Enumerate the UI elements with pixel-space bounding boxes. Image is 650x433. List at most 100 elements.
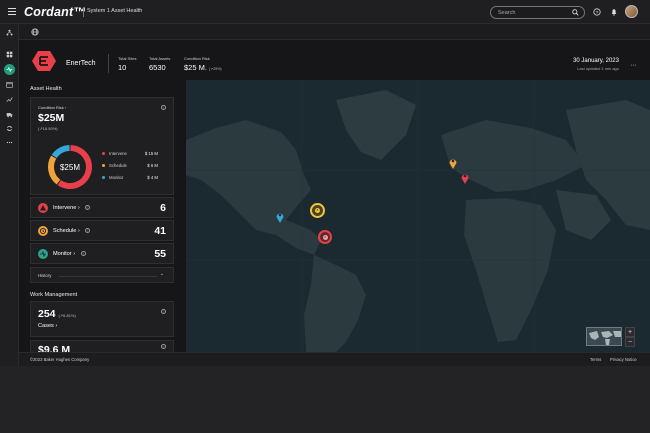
schedule-count: 41	[154, 225, 166, 237]
empty-background	[0, 366, 650, 433]
sync-icon[interactable]	[6, 125, 13, 132]
terms-link[interactable]: Terms	[590, 357, 601, 362]
info-icon[interactable]: i	[161, 105, 166, 110]
cases-card: 254 (↗6.81%) i Cases ›	[30, 301, 174, 337]
donut-segment-schedule	[48, 155, 61, 185]
top-bar: Cordant™ System 1 Asset Health Search ?	[0, 0, 650, 24]
condition-risk-donut: $25M	[48, 145, 92, 189]
monitor-row[interactable]: Monitor › i 55	[30, 243, 174, 264]
hierarchy-icon[interactable]	[6, 29, 13, 36]
left-panel: Asset Health Condition Risk › i $25M (↗1…	[19, 80, 186, 352]
stat-total-sites: Total Sites 10	[118, 56, 136, 72]
stat-total-assets: Total Assets 6530	[149, 56, 170, 72]
cluster-count: 4	[322, 234, 328, 240]
app-shell: Cordant™ System 1 Asset Health Search ? …	[0, 0, 650, 366]
stat-condition-risk: Condition Risk $25 M. (↗25%)	[184, 56, 222, 72]
stat-label: Total Sites	[118, 56, 137, 61]
condition-risk-card: Condition Risk › i $25M (↗18.50%) $25M I…	[30, 97, 174, 195]
history-divider	[59, 276, 157, 277]
schedule-icon	[38, 226, 48, 236]
stat-label: Condition Risk	[184, 56, 210, 61]
copyright: ©2023 Baker Hughes Company	[30, 357, 90, 362]
info-icon[interactable]: i	[161, 344, 166, 349]
map-pin-intervene[interactable]	[460, 172, 470, 184]
info-icon: i	[85, 205, 91, 210]
site-name: EnerTech	[66, 60, 96, 67]
search-input[interactable]: Search	[490, 6, 585, 19]
donut-segment-monitor	[51, 145, 70, 159]
work-cost-value: $9.6 M	[38, 344, 71, 352]
chevron-down-icon: ⌄	[159, 271, 164, 277]
truck-icon[interactable]	[6, 111, 13, 118]
stat-value: 6530	[149, 63, 166, 72]
brand-divider	[83, 7, 84, 17]
chevron-right-icon: ›	[64, 105, 67, 110]
privacy-link[interactable]: Privacy Notice	[610, 357, 637, 362]
work-cost-card: $9.6 M i	[30, 340, 174, 352]
map-pin-monitor[interactable]	[275, 211, 285, 223]
bell-icon[interactable]	[610, 8, 618, 16]
view-toolbar	[19, 24, 650, 40]
monitor-icon	[38, 249, 48, 259]
stat-label: Total Assets	[149, 56, 171, 61]
trend-icon[interactable]	[6, 96, 13, 103]
legend-dot	[102, 164, 105, 168]
globe-icon[interactable]	[31, 28, 39, 36]
info-icon: i	[80, 251, 86, 256]
asset-health-icon	[6, 66, 13, 73]
footer: ©2023 Baker Hughes Company Terms Privacy…	[19, 352, 650, 366]
stat-value: 10	[118, 63, 127, 72]
schedule-row[interactable]: Schedule › i 41	[30, 220, 174, 241]
world-map[interactable]: 8 4 + −	[186, 80, 650, 352]
site-header: EnerTech Total Sites 10 Total Assets 653…	[19, 40, 650, 80]
brand-logo: Cordant™	[24, 5, 87, 19]
condition-risk-total: $25M	[38, 112, 65, 124]
monitor-count: 55	[154, 248, 166, 260]
grid-icon[interactable]	[6, 51, 13, 58]
zoom-in-button[interactable]: +	[625, 327, 635, 337]
monitor-link[interactable]: Monitor › i	[53, 251, 86, 257]
intervene-row[interactable]: Intervene › i 6	[30, 197, 174, 218]
history-toggle[interactable]: History ⌄	[30, 267, 174, 283]
map-cluster-intervene[interactable]: 4	[318, 230, 332, 244]
donut-center-value: $25M	[60, 163, 80, 172]
search-placeholder: Search	[498, 9, 516, 16]
header-divider	[108, 54, 109, 73]
app-section-title: System 1 Asset Health	[87, 8, 143, 14]
history-label: History	[38, 273, 52, 278]
zoom-out-button[interactable]: −	[625, 337, 635, 347]
mini-map-landmass	[589, 331, 621, 345]
enertech-logo	[32, 51, 56, 71]
asset-health-title: Asset Health	[30, 86, 62, 92]
more-icon[interactable]	[6, 139, 13, 146]
map-pin-schedule[interactable]	[448, 157, 458, 169]
stat-value-row: $25 M. (↗25%)	[184, 63, 222, 72]
report-date: 30 January, 2023	[573, 58, 619, 64]
mini-map-overview[interactable]	[586, 327, 622, 346]
last-updated: Last updated 1 min ago	[577, 66, 619, 71]
warning-icon	[38, 203, 48, 213]
info-icon[interactable]: i	[161, 309, 166, 314]
legend-intervene: Intervene $ 15 M	[102, 151, 158, 156]
legend-dot	[102, 176, 105, 180]
cluster-count: 8	[315, 208, 320, 213]
map-cluster-schedule[interactable]: 8	[310, 203, 325, 218]
intervene-link[interactable]: Intervene › i	[53, 205, 91, 211]
schedule-link[interactable]: Schedule › i	[53, 228, 91, 234]
menu-icon[interactable]	[8, 8, 16, 15]
legend-dot	[102, 152, 105, 156]
search-icon	[572, 9, 579, 16]
cases-count: 254 (↗6.81%)	[38, 308, 76, 320]
avatar[interactable]	[625, 5, 638, 18]
help-icon[interactable]: ?	[593, 8, 601, 16]
legend-monitor: Monitor $ 4 M	[102, 175, 158, 180]
map-landmass	[186, 80, 650, 352]
intervene-count: 6	[160, 202, 166, 214]
more-options-icon[interactable]: ···	[631, 62, 637, 69]
cases-link[interactable]: Cases ›	[38, 323, 57, 329]
calendar-icon[interactable]	[6, 81, 13, 88]
stat-value: $25 M.	[184, 63, 207, 72]
svg-text:?: ?	[596, 10, 599, 16]
legend-schedule: Schedule $ 6 M	[102, 163, 158, 168]
condition-risk-link[interactable]: Condition Risk ›	[38, 105, 66, 110]
